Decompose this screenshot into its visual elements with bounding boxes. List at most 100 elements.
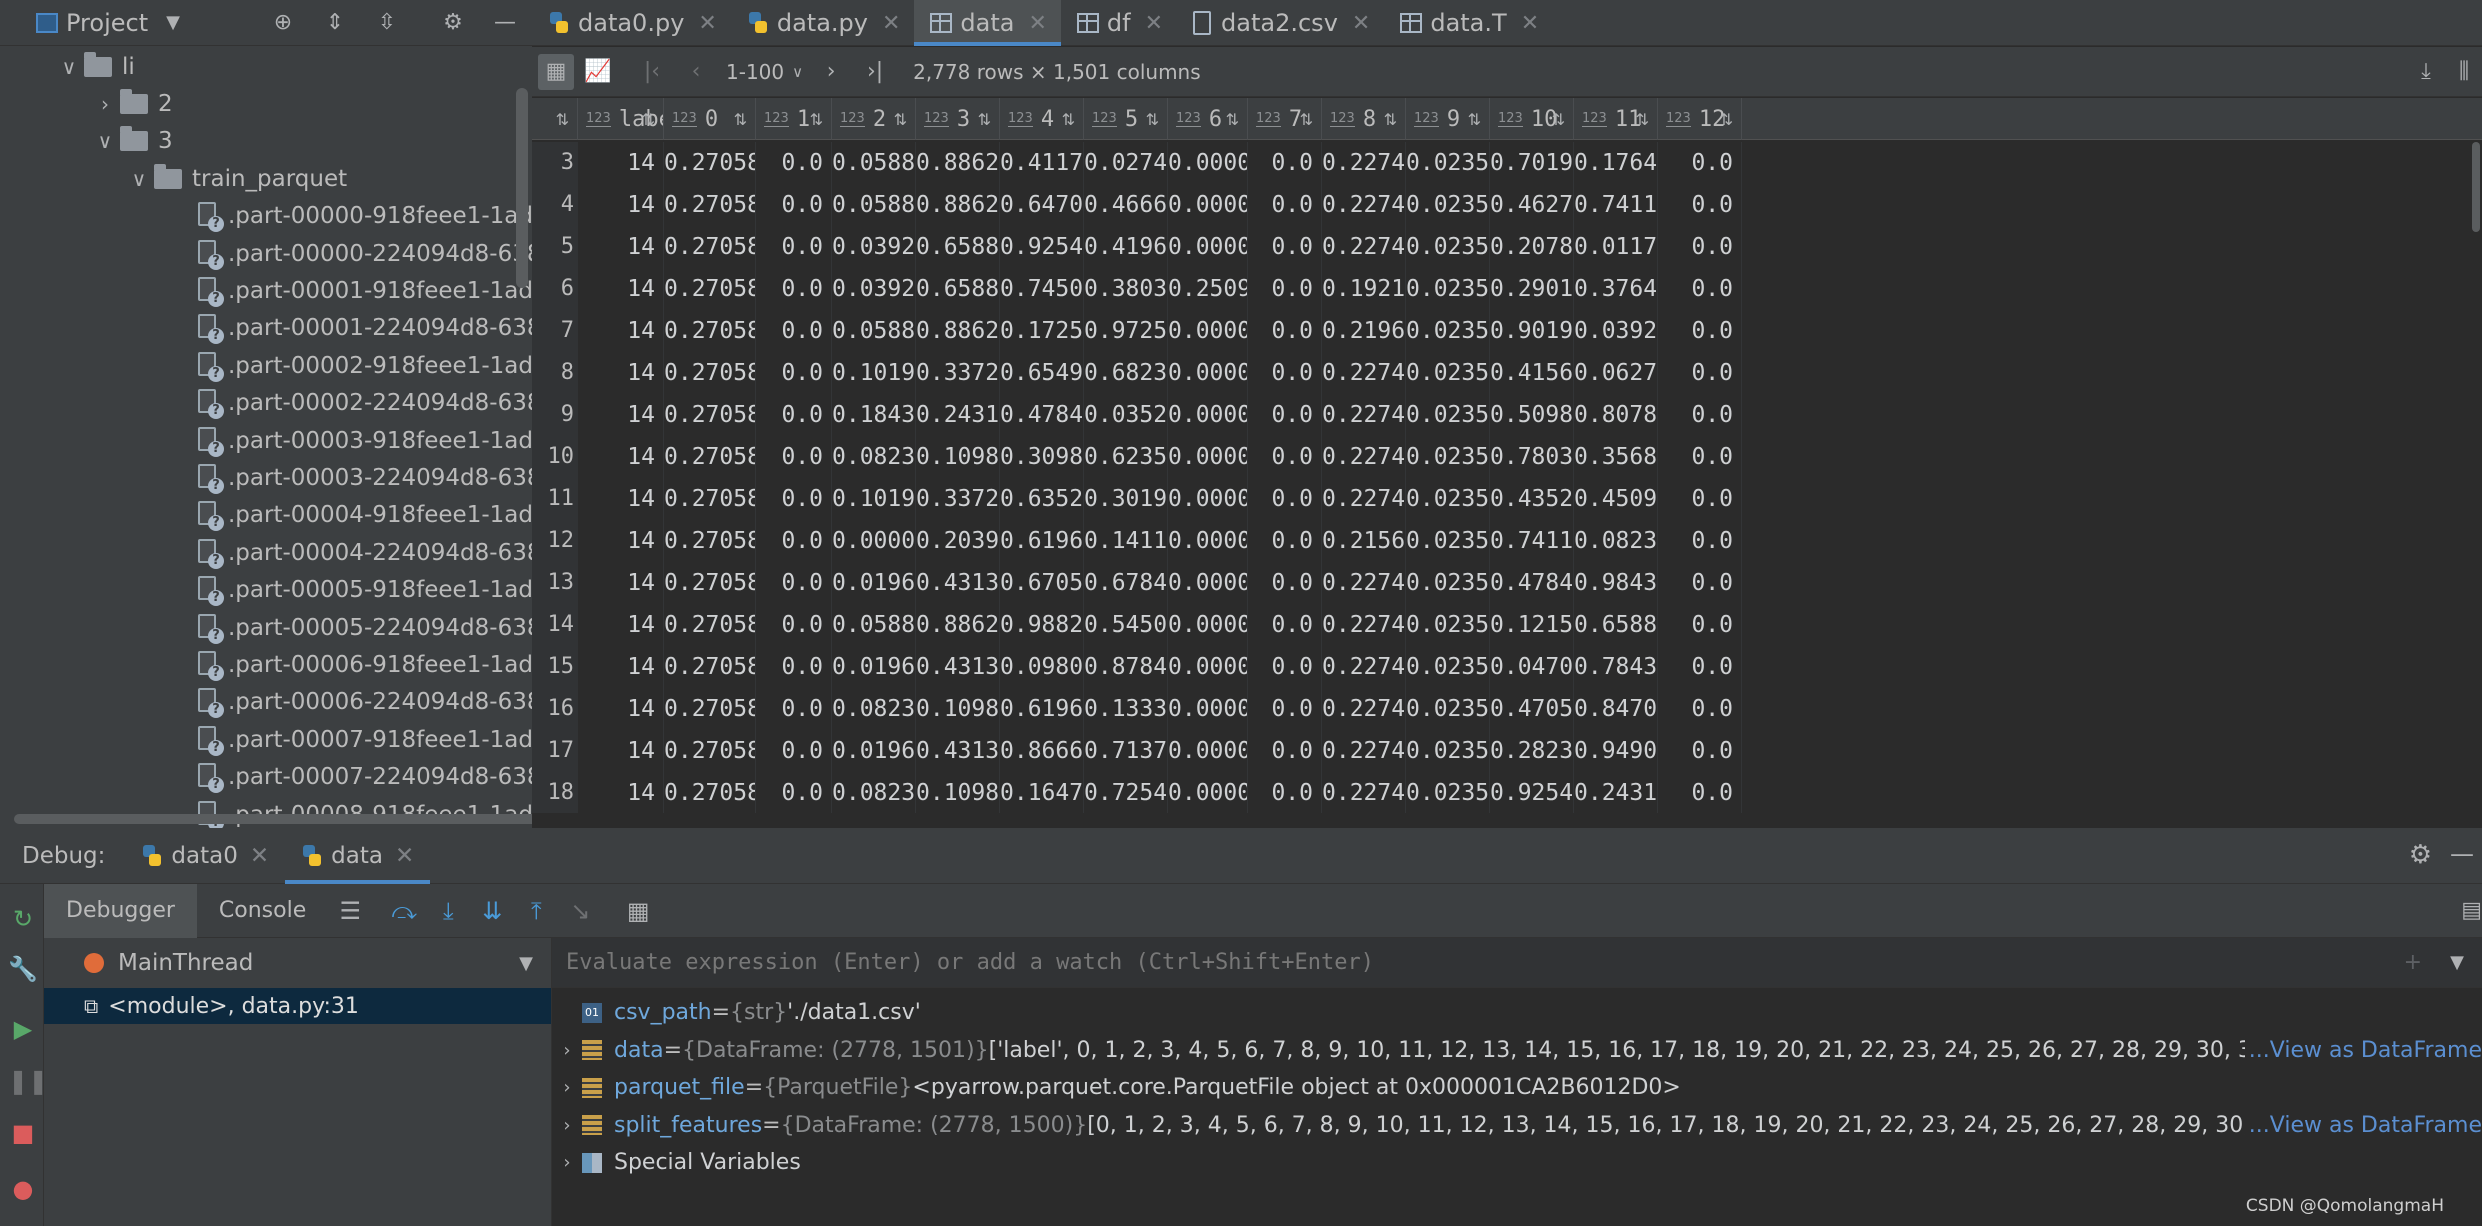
table-cell[interactable]: 0.227451 xyxy=(1322,478,1406,520)
table-cell[interactable]: 0.741176 xyxy=(1490,520,1574,562)
table-cell[interactable]: 0.866667 xyxy=(1000,730,1084,772)
table-cell[interactable]: 0.0 xyxy=(756,646,832,688)
table-cell[interactable]: 0.0 xyxy=(1658,646,1742,688)
table-cell[interactable]: 0.184314 xyxy=(832,394,916,436)
collapse-all-icon[interactable]: ⇳ xyxy=(374,10,400,36)
table-cell[interactable]: 0.984314 xyxy=(1574,562,1658,604)
table-cell[interactable]: 0.309804 xyxy=(1000,436,1084,478)
column-header[interactable]: 123 0 ⇅ xyxy=(664,98,756,140)
table-cell[interactable]: 0.847059 xyxy=(1574,688,1658,730)
tab-console[interactable]: Console xyxy=(197,884,328,938)
table-cell[interactable]: 0.886275 xyxy=(916,604,1000,646)
table-cell[interactable]: 0.0 xyxy=(1658,772,1742,813)
table-cell[interactable]: 0.0 xyxy=(1248,646,1322,688)
table-cell[interactable]: 14 xyxy=(578,268,664,310)
table-cell[interactable]: 0.00000 xyxy=(1168,688,1248,730)
table-cell[interactable]: 0.164706 xyxy=(1000,772,1084,813)
table-cell[interactable]: 0.023529 xyxy=(1406,478,1490,520)
sort-icon[interactable]: ⇅ xyxy=(1552,110,1565,129)
table-cell[interactable]: 14 xyxy=(578,604,664,646)
table-cell[interactable]: 0.023529 xyxy=(1406,142,1490,184)
project-scrollbar[interactable] xyxy=(516,88,528,288)
sort-icon[interactable]: ⇅ xyxy=(810,110,823,129)
table-cell[interactable]: 14 xyxy=(578,352,664,394)
expand-all-icon[interactable]: ⇕ xyxy=(322,10,348,36)
evaluate-expression-icon[interactable]: ▦ xyxy=(616,889,660,933)
table-cell[interactable]: 0.00000 xyxy=(1168,394,1248,436)
table-cell[interactable]: 0.658824 xyxy=(916,268,1000,310)
sort-icon[interactable]: ⇅ xyxy=(894,110,907,129)
table-cell[interactable]: 0.290196 xyxy=(1490,268,1574,310)
watch-input[interactable]: Evaluate expression (Enter) or add a wat… xyxy=(552,938,2482,988)
view-as-dataframe-link[interactable]: ...View as DataFrame xyxy=(2244,1112,2482,1138)
table-cell[interactable]: 0.0 xyxy=(756,268,832,310)
table-cell[interactable]: 0.027451 xyxy=(1084,142,1168,184)
table-cell[interactable]: 0.058824 xyxy=(832,142,916,184)
table-cell[interactable]: 0.00000 xyxy=(1168,520,1248,562)
table-cell[interactable]: 0.478431 xyxy=(1000,394,1084,436)
resume-icon[interactable]: ▶ xyxy=(8,1014,38,1044)
table-row[interactable]: 13140.2705880.00.0196080.4313730.6705880… xyxy=(532,562,2482,604)
table-cell[interactable]: 0.0 xyxy=(756,226,832,268)
table-cell[interactable]: 0.058824 xyxy=(832,604,916,646)
table-cell[interactable]: 0.203922 xyxy=(916,520,1000,562)
chevron-right-icon[interactable]: › xyxy=(552,1152,582,1173)
table-cell[interactable]: 0.0 xyxy=(756,730,832,772)
settings-wrench-icon[interactable]: 🔧 xyxy=(8,954,38,984)
table-cell[interactable]: 0.415686 xyxy=(1490,352,1574,394)
table-cell[interactable]: 0.282353 xyxy=(1490,730,1574,772)
tree-file[interactable]: ? .part-00005-918feee1-1ad5- xyxy=(196,572,532,609)
tree-file[interactable]: ? .part-00001-224094d8-6386 xyxy=(196,310,532,347)
column-header[interactable]: 123 1 ⇅ xyxy=(756,98,832,140)
table-cell[interactable]: 0.141176 xyxy=(1084,520,1168,562)
table-cell[interactable]: 0.745098 xyxy=(1000,268,1084,310)
chevron-right-icon[interactable]: › xyxy=(552,1115,582,1136)
table-cell[interactable]: 0.670588 xyxy=(1000,562,1084,604)
table-cell[interactable]: 0.356863 xyxy=(1574,436,1658,478)
tree-file[interactable]: ? .part-00001-918feee1-1ad5- xyxy=(196,272,532,309)
table-cell[interactable]: 0.658824 xyxy=(916,226,1000,268)
previous-page-icon[interactable]: ‹ xyxy=(678,54,714,90)
table-cell[interactable]: 0.0 xyxy=(1248,688,1322,730)
tree-file[interactable]: ? .part-00003-224094d8-6386 xyxy=(196,459,532,496)
table-cell[interactable]: 0.101961 xyxy=(832,352,916,394)
minimize-icon[interactable]: — xyxy=(2450,840,2474,868)
table-cell[interactable]: 0.0 xyxy=(1248,394,1322,436)
table-cell[interactable]: 0.0 xyxy=(1248,310,1322,352)
table-cell[interactable]: 0.00000 xyxy=(1168,310,1248,352)
thread-selector[interactable]: MainThread ▼ xyxy=(44,938,551,988)
table-cell[interactable]: 0.0 xyxy=(1658,562,1742,604)
table-cell[interactable]: 0.901961 xyxy=(1490,310,1574,352)
table-cell[interactable]: 0.082353 xyxy=(832,436,916,478)
table-cell[interactable]: 0.023529 xyxy=(1406,604,1490,646)
table-cell[interactable]: 0.376471 xyxy=(1574,268,1658,310)
table-cell[interactable]: 0.619608 xyxy=(1000,520,1084,562)
table-cell[interactable]: 0.0 xyxy=(1658,730,1742,772)
table-cell[interactable]: 0.678431 xyxy=(1084,562,1168,604)
table-cell[interactable]: 0.0 xyxy=(1248,562,1322,604)
first-page-icon[interactable]: |‹ xyxy=(634,54,670,90)
table-cell[interactable]: 0.545098 xyxy=(1084,604,1168,646)
chevron-right-icon[interactable]: › xyxy=(552,1040,582,1061)
table-cell[interactable]: 0.227451 xyxy=(1322,436,1406,478)
table-row[interactable]: 14140.2705880.00.0588240.8862750.9882350… xyxy=(532,604,2482,646)
frames-list-icon[interactable]: ☰ xyxy=(328,889,372,933)
close-icon[interactable]: ✕ xyxy=(1145,11,1163,36)
table-cell[interactable]: 0.0 xyxy=(1658,688,1742,730)
tab-data0-py[interactable]: data0.py ✕ xyxy=(532,0,731,46)
table-cell[interactable]: 0.0 xyxy=(1248,604,1322,646)
table-cell[interactable]: 0.0 xyxy=(1248,226,1322,268)
locate-icon[interactable]: ⊕ xyxy=(270,10,296,36)
last-page-icon[interactable]: ›| xyxy=(857,54,893,90)
table-cell[interactable]: 0.450980 xyxy=(1574,478,1658,520)
sort-icon[interactable]: ⇅ xyxy=(1226,110,1239,129)
table-cell[interactable]: 0.0 xyxy=(1658,142,1742,184)
table-row[interactable]: 8140.2705880.00.1019610.3372550.6549020.… xyxy=(532,352,2482,394)
table-cell[interactable]: 0.713725 xyxy=(1084,730,1168,772)
table-cell[interactable]: 0.411765 xyxy=(1000,142,1084,184)
table-cell[interactable]: 0.470588 xyxy=(1490,688,1574,730)
tree-file[interactable]: ? .part-00002-224094d8-6386 xyxy=(196,385,532,422)
close-icon[interactable]: ✕ xyxy=(882,11,900,36)
table-cell[interactable]: 0.784314 xyxy=(1574,646,1658,688)
table-cell[interactable]: 0.0 xyxy=(1248,142,1322,184)
